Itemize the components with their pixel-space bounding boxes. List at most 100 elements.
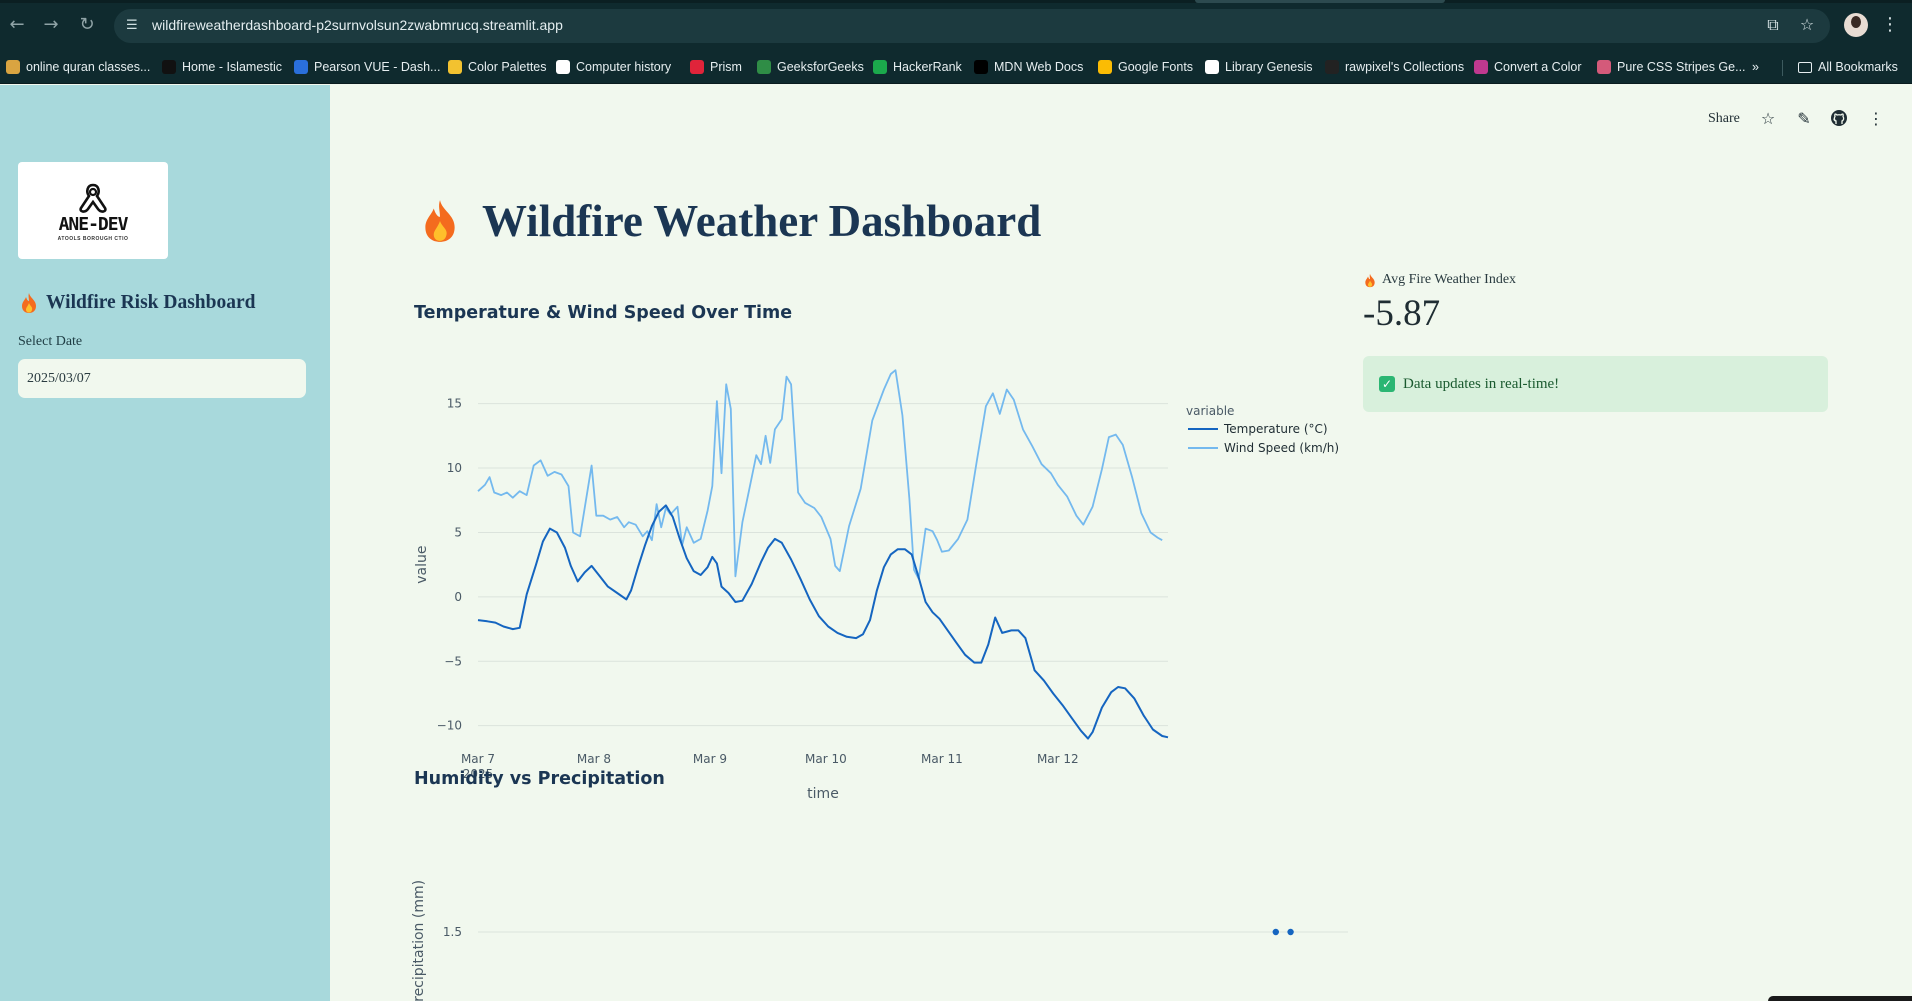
- share-button[interactable]: Share: [1708, 111, 1740, 127]
- address-bar[interactable]: ☰ wildfireweatherdashboard-p2surnvolsun2…: [114, 9, 1830, 43]
- computer-history-icon: [556, 60, 570, 74]
- github-mark-icon: [1831, 110, 1847, 126]
- browser-toolbar: ← → ↻ ☰ wildfireweatherdashboard-p2surnv…: [0, 0, 1912, 50]
- reload-icon[interactable]: ↻: [76, 14, 98, 36]
- mdn-icon: [974, 60, 988, 74]
- back-icon[interactable]: ←: [6, 14, 28, 36]
- star-icon[interactable]: ☆: [1758, 109, 1778, 129]
- date-input[interactable]: [18, 359, 306, 398]
- metric-label: Avg Fire Weather Index: [1364, 272, 1516, 288]
- bookmark-item[interactable]: GeeksforGeeks: [757, 58, 864, 76]
- alert-text: Data updates in real-time!: [1403, 375, 1560, 392]
- x-axis-title: time: [807, 786, 839, 802]
- url-text[interactable]: wildfireweatherdashboard-p2surnvolsun2zw…: [152, 17, 563, 33]
- sidebar-title: Wildfire Risk Dashboard: [20, 292, 256, 314]
- convert-color-icon: [1474, 60, 1488, 74]
- main-content: Share ☆ ✎ ⋮ Wildfire Weather Dashboard T…: [330, 85, 1912, 1001]
- y-tick-label: −5: [444, 654, 462, 668]
- bookmark-item[interactable]: Home - Islamestic: [162, 58, 282, 76]
- install-app-icon[interactable]: ⧉: [1762, 14, 1784, 36]
- page-title-text: Wildfire Weather Dashboard: [482, 196, 1042, 246]
- logo-mark-icon: [79, 183, 107, 213]
- fire-icon: [425, 200, 455, 242]
- x-tick-label: Mar 12: [1037, 752, 1079, 766]
- more-bookmarks-button[interactable]: »: [1752, 58, 1759, 76]
- y-tick-label: −10: [437, 719, 462, 733]
- github-icon[interactable]: [1829, 109, 1849, 129]
- library-genesis-icon: [1205, 60, 1219, 74]
- bookmark-label: rawpixel's Collections: [1345, 60, 1465, 74]
- bookmark-item[interactable]: Color Palettes: [448, 58, 547, 76]
- bookmark-item[interactable]: Pure CSS Stripes Ge...: [1597, 58, 1746, 76]
- rawpixel-icon: [1325, 60, 1339, 74]
- bookmark-label: online quran classes...: [26, 60, 151, 74]
- bookmark-item[interactable]: MDN Web Docs: [974, 58, 1083, 76]
- color-palettes-icon: [448, 60, 462, 74]
- main-menu-icon[interactable]: ⋮: [1866, 109, 1886, 129]
- quran-icon: [6, 60, 20, 74]
- fire-icon: [22, 293, 36, 313]
- y-tick-label: 15: [447, 397, 462, 411]
- bookmark-label: Prism: [710, 60, 742, 74]
- site-settings-icon[interactable]: ☰: [126, 18, 142, 34]
- y-axis-title: value: [414, 546, 430, 584]
- humidity-precipitation-chart[interactable]: 11.5Precipitation (mm): [330, 855, 1350, 1001]
- bookmark-label: MDN Web Docs: [994, 60, 1084, 74]
- fire-icon: [1365, 273, 1375, 287]
- google-fonts-icon: [1098, 60, 1112, 74]
- islamestic-icon: [162, 60, 176, 74]
- bookmark-item[interactable]: Library Genesis: [1205, 58, 1313, 76]
- y-tick-label: 5: [454, 525, 462, 539]
- metric-value: -5.87: [1363, 293, 1441, 334]
- bookmark-label: Google Fonts: [1118, 60, 1194, 74]
- browser-menu-icon[interactable]: ⋮: [1880, 14, 1900, 36]
- success-alert: ✓ Data updates in real-time!: [1363, 356, 1828, 412]
- active-tab-indicator: [1195, 0, 1445, 3]
- bookmark-item[interactable]: Convert a Color: [1474, 58, 1582, 76]
- edit-icon[interactable]: ✎: [1794, 109, 1814, 129]
- wind-speed-line: [477, 369, 1163, 580]
- scatter-point: [1272, 928, 1279, 936]
- all-bookmarks-button[interactable]: All Bookmarks: [1798, 58, 1898, 76]
- bookmark-item[interactable]: Pearson VUE - Dash...: [294, 58, 440, 76]
- screen-corner: [1768, 996, 1912, 1001]
- bookmark-item[interactable]: rawpixel's Collections: [1325, 58, 1464, 76]
- y-axis-title: Precipitation (mm): [411, 880, 427, 1001]
- sidebar: ANE-DEV ATOOLS BOROUGH CTIO Wildfire Ris…: [0, 85, 330, 1001]
- logo-tagline: ATOOLS BOROUGH CTIO: [57, 236, 129, 242]
- more-bookmarks-label: »: [1752, 60, 1759, 74]
- bookmark-item[interactable]: Google Fonts: [1098, 58, 1193, 76]
- sidebar-title-text: Wildfire Risk Dashboard: [46, 292, 256, 313]
- bookmark-label: Convert a Color: [1494, 60, 1582, 74]
- bookmark-item[interactable]: Computer history: [556, 58, 671, 76]
- x-tick-label: Mar 8: [577, 752, 611, 766]
- legend-item: Temperature (°C): [1223, 422, 1328, 436]
- metric-label-text: Avg Fire Weather Index: [1382, 272, 1517, 287]
- bookmark-item[interactable]: online quran classes...: [6, 58, 150, 76]
- folder-icon: [1798, 61, 1812, 73]
- bookmark-label: HackerRank: [893, 60, 962, 74]
- y-tick-label: 1.5: [443, 925, 462, 939]
- y-tick-label: 0: [454, 590, 462, 604]
- bookmark-label: Computer history: [576, 60, 672, 74]
- bookmark-star-icon[interactable]: ☆: [1796, 14, 1818, 36]
- logo: ANE-DEV ATOOLS BOROUGH CTIO: [18, 162, 168, 259]
- bookmark-label: Pure CSS Stripes Ge...: [1617, 60, 1746, 74]
- bookmark-item[interactable]: HackerRank: [873, 58, 962, 76]
- profile-avatar[interactable]: [1844, 13, 1868, 37]
- x-tick-label: Mar 11: [921, 752, 963, 766]
- logo-brand: ANE-DEV: [58, 214, 129, 235]
- geeksforgeeks-icon: [757, 60, 771, 74]
- pearson-icon: [294, 60, 308, 74]
- forward-icon[interactable]: →: [40, 14, 62, 36]
- check-icon: ✓: [1379, 376, 1395, 392]
- x-tick-label: Mar 9: [693, 752, 727, 766]
- chart2-title: Humidity vs Precipitation: [414, 769, 665, 789]
- bookmarks-bar: » All Bookmarks online quran classes... H…: [0, 50, 1912, 84]
- x-tick-label: Mar 7: [461, 752, 495, 766]
- temperature-wind-chart[interactable]: −10 −5 0 5 10 15 Mar 7 Mar 8 Mar 9 Mar 10 Mar 11 Ma…: [330, 365, 1350, 805]
- bookmark-item[interactable]: Prism: [690, 58, 742, 76]
- legend-item: Wind Speed (km/h): [1224, 441, 1339, 455]
- tab-strip: [0, 0, 1912, 3]
- bookmark-label: GeeksforGeeks: [777, 60, 864, 74]
